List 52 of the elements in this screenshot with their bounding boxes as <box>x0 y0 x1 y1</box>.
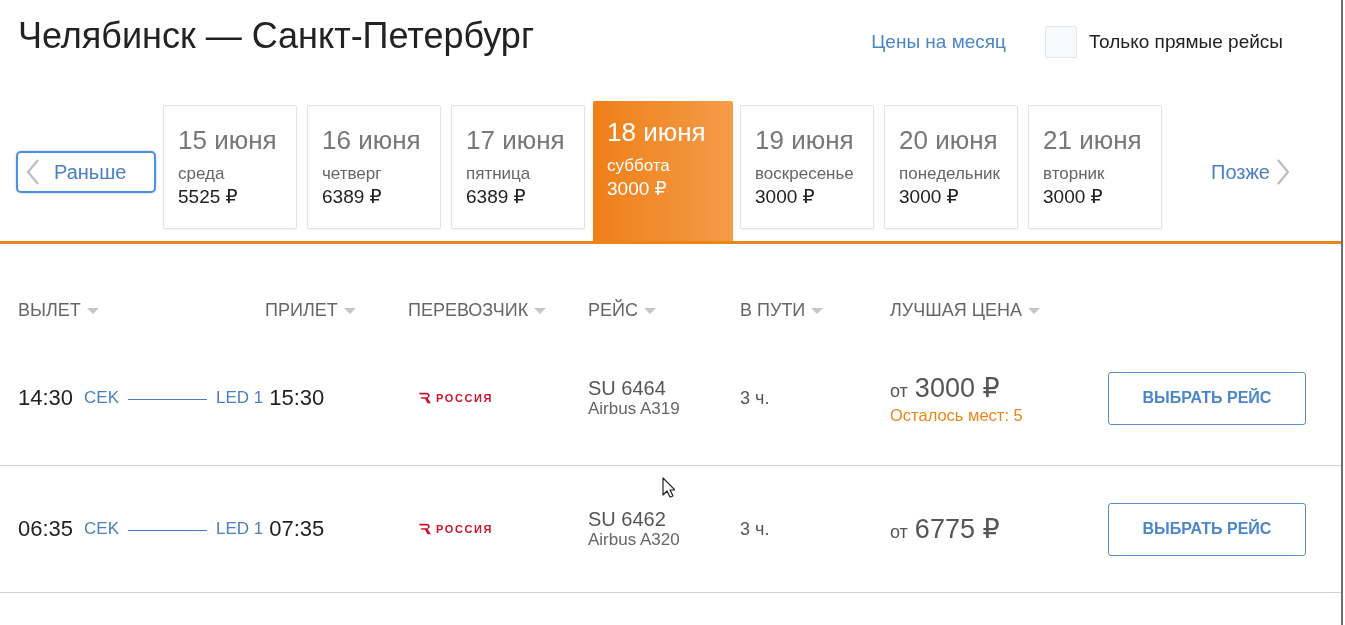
aircraft-type: Airbus A319 <box>588 399 681 419</box>
airline-mark-icon <box>418 392 432 404</box>
departure-time: 14:30 <box>18 385 74 411</box>
column-header[interactable]: ВЫЛЕТ <box>18 300 265 321</box>
date-tab[interactable]: 21 июня вторник 3000 ₽ <box>1028 105 1162 229</box>
sort-caret-icon <box>534 307 547 314</box>
later-link[interactable]: Позже <box>1211 159 1290 185</box>
flight-duration: 3 ч. <box>740 518 771 540</box>
chevron-right-icon <box>1275 159 1290 185</box>
seats-left-note: Осталось мест: 5 <box>890 405 1024 425</box>
origin-airport-code: CEK <box>84 388 120 408</box>
checkbox[interactable] <box>1044 26 1077 58</box>
column-header[interactable]: ПЕРЕВОЗЧИК <box>408 300 588 321</box>
mouse-cursor-icon <box>662 477 675 498</box>
select-flight-button[interactable]: ВЫБРАТЬ РЕЙС <box>1108 371 1306 425</box>
sort-caret-icon <box>343 307 356 314</box>
column-header[interactable]: ПРИЛЕТ <box>265 300 408 321</box>
date-tab[interactable]: 15 июня среда 5525 ₽ <box>163 105 297 229</box>
price-prefix: от <box>890 522 908 543</box>
flight-number: SU 6462 <box>588 508 667 530</box>
destination-airport-code: LED 1 <box>216 388 264 408</box>
arrival-time: 07:35 <box>269 516 325 542</box>
departure-time: 06:35 <box>18 516 74 542</box>
column-header[interactable]: РЕЙС <box>588 300 740 321</box>
date-tab[interactable]: 19 июня воскресенье 3000 ₽ <box>740 105 874 229</box>
sort-caret-icon <box>643 307 656 314</box>
destination-airport-code: LED 1 <box>216 519 264 539</box>
checkbox-label[interactable]: Только прямые рейсы <box>1088 31 1283 53</box>
column-header[interactable]: ЛУЧШАЯ ЦЕНА <box>890 300 1108 321</box>
origin-airport-code: CEK <box>84 519 120 539</box>
chevron-left-icon <box>26 159 40 185</box>
earlier-button[interactable]: Раньше <box>16 151 156 193</box>
price-amount: 6775 ₽ <box>914 513 1000 545</box>
date-tab[interactable]: 16 июня четверг 6389 ₽ <box>307 105 441 229</box>
airline-name: РОССИЯ <box>436 392 494 404</box>
select-flight-button[interactable]: ВЫБРАТЬ РЕЙС <box>1108 502 1306 556</box>
airline-name: РОССИЯ <box>436 523 494 535</box>
arrival-time: 15:30 <box>269 385 325 411</box>
column-header[interactable]: В ПУТИ <box>740 300 890 321</box>
date-tab[interactable]: 17 июня пятница 6389 ₽ <box>451 105 585 229</box>
route-title: Челябинск — Санкт-Петербург <box>18 14 535 58</box>
sort-caret-icon <box>811 307 824 314</box>
airline-mark-icon <box>418 523 432 535</box>
flight-number: SU 6464 <box>588 377 667 399</box>
month-prices-link[interactable]: Цены на месяц <box>871 31 1006 53</box>
flight-duration: 3 ч. <box>740 387 771 409</box>
sort-caret-icon <box>1028 307 1041 314</box>
sort-caret-icon <box>86 307 99 314</box>
price-amount: 3000 ₽ <box>914 371 1000 404</box>
date-tab[interactable]: 20 июня понедельник 3000 ₽ <box>884 105 1018 229</box>
aircraft-type: Airbus A320 <box>588 530 681 550</box>
price-prefix: от <box>890 380 908 402</box>
